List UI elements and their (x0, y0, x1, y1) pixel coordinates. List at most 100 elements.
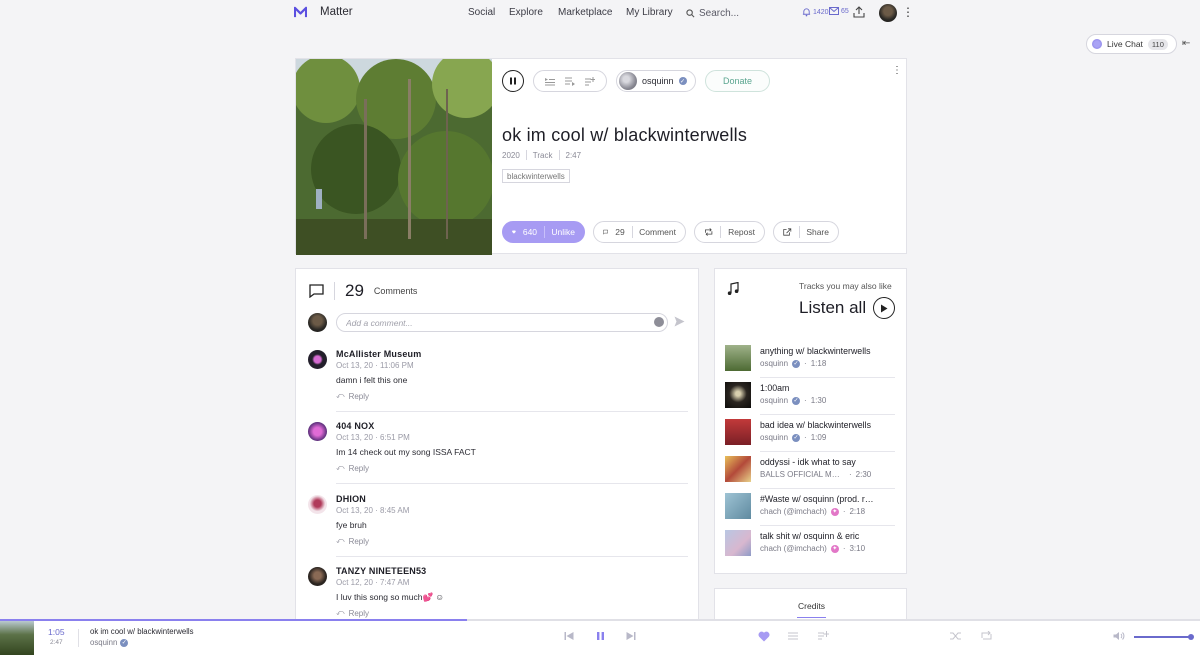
reply-icon: ⤺ (336, 391, 345, 400)
rec-track-title: anything w/ blackwinterwells (760, 346, 871, 356)
commenter-avatar[interactable] (308, 350, 327, 369)
rec-divider (760, 525, 895, 526)
pause-icon[interactable] (596, 631, 605, 641)
comment-divider (336, 556, 688, 557)
share-label: Share (806, 227, 829, 237)
more-menu-icon[interactable]: ⋮ (902, 5, 914, 19)
next-track-icon[interactable] (626, 631, 636, 641)
reply-button[interactable]: ⤺ Reply (336, 463, 369, 473)
emoji-icon[interactable] (654, 317, 664, 327)
repost-button[interactable]: Repost (694, 221, 765, 243)
top-nav: Matter Social Explore Marketplace My Lib… (0, 0, 1200, 27)
recommended-track[interactable]: oddyssi - idk what to say BALLS OFFICIAL… (725, 456, 895, 493)
upload-icon[interactable] (853, 6, 865, 18)
commenter-name[interactable]: 404 NOX (336, 421, 374, 431)
volume-icon[interactable] (1113, 631, 1125, 641)
queue-icon[interactable] (788, 631, 798, 641)
add-to-queue-icon[interactable] (565, 77, 575, 86)
like-count: 640 (522, 227, 538, 237)
tag-chip[interactable]: blackwinterwells (502, 169, 570, 183)
credits-underline (797, 617, 826, 618)
track-menu-icon[interactable]: ⋮ (892, 65, 902, 76)
brand-name[interactable]: Matter (320, 6, 353, 18)
now-playing-artist[interactable]: osquinn ✓ (90, 638, 129, 647)
add-to-playlist-icon[interactable] (585, 76, 595, 86)
rec-track-meta: osquinn ✓ · 1:09 (760, 433, 827, 442)
comment-label: Comment (639, 227, 676, 237)
comment-button[interactable]: 29 Comment (593, 221, 686, 243)
share-button[interactable]: Share (773, 221, 839, 243)
header-divider (334, 282, 335, 300)
recommended-track[interactable]: talk shit w/ osquinn & eric chach (@imch… (725, 530, 895, 567)
commenter-avatar[interactable] (308, 567, 327, 586)
track-cover-image (296, 59, 492, 255)
commenter-name[interactable]: TANZY NINETEEN53 (336, 566, 426, 576)
send-icon[interactable] (674, 316, 685, 327)
comment-timestamp: Oct 13, 20 · 6:51 PM (336, 433, 410, 442)
matter-logo-icon[interactable] (294, 6, 307, 19)
player-divider (78, 629, 79, 647)
previous-track-icon[interactable] (564, 631, 574, 641)
meta-divider (558, 150, 560, 160)
rec-track-title: 1:00am (760, 383, 790, 393)
recommended-track[interactable]: 1:00am osquinn ✓ · 1:30 (725, 382, 895, 419)
add-to-playlist-icon[interactable] (818, 631, 829, 641)
user-avatar[interactable] (879, 4, 897, 22)
rec-divider (760, 451, 895, 452)
now-playing-thumbnail[interactable] (0, 621, 34, 655)
listen-all-button[interactable]: Listen all (799, 297, 896, 319)
nav-link-explore[interactable]: Explore (509, 7, 543, 18)
mail-icon (829, 7, 839, 15)
nav-link-my-library[interactable]: My Library (626, 7, 673, 18)
nav-link-social[interactable]: Social (468, 7, 495, 18)
credits-tab[interactable]: Credits (715, 601, 908, 611)
messages-button[interactable]: 65 (829, 7, 849, 15)
play-next-icon[interactable] (545, 77, 555, 86)
comment-icon (309, 284, 324, 298)
rec-track-title: oddyssi - idk what to say (760, 457, 856, 467)
comment-text: I luv this song so much💕 ☺ (336, 592, 445, 602)
track-thumbnail (725, 345, 751, 371)
comments-header: 29 Comments (309, 281, 417, 301)
verified-badge-icon: ✓ (792, 433, 801, 442)
comment-count: 29 (615, 227, 625, 237)
commenter-avatar[interactable] (308, 495, 327, 514)
search-box[interactable]: Search... (686, 5, 739, 21)
add-comment-input[interactable] (336, 313, 668, 332)
rec-track-title: #Waste w/ osquinn (prod. rossi) (760, 494, 878, 504)
button-divider (798, 226, 800, 238)
collapse-panel-icon[interactable]: ⇤ (1182, 38, 1190, 49)
rec-track-meta: chach (@imchach) ✦ · 2:18 (760, 507, 866, 516)
verified-badge-icon: ✓ (792, 396, 801, 405)
now-playing-title[interactable]: ok im cool w/ blackwinterwells (90, 627, 194, 636)
recommended-track[interactable]: bad idea w/ blackwinterwells osquinn ✓ · … (725, 419, 895, 456)
live-chat-button[interactable]: Live Chat 110 (1086, 34, 1177, 54)
reply-icon: ⤺ (336, 608, 345, 617)
notifications-button[interactable]: 1420 (802, 7, 829, 17)
total-duration: 2:47 (50, 639, 63, 646)
reply-button[interactable]: ⤺ Reply (336, 391, 369, 401)
artist-pill[interactable]: osquinn ✓ (616, 70, 696, 92)
reply-button[interactable]: ⤺ Reply (336, 608, 369, 618)
shuffle-icon[interactable] (950, 631, 961, 641)
commenter-name[interactable]: McAllister Museum (336, 349, 421, 359)
comment-text: fye bruh (336, 520, 367, 530)
volume-slider[interactable] (1134, 634, 1194, 640)
unlike-button[interactable]: 640 Unlike (502, 221, 585, 243)
track-duration: 2:47 (565, 150, 582, 160)
volume-knob[interactable] (1188, 634, 1194, 640)
recommended-track[interactable]: #Waste w/ osquinn (prod. rossi) chach (@… (725, 493, 895, 530)
verified-badge-icon: ✓ (120, 638, 129, 647)
comment-text: damn i felt this one (336, 375, 408, 385)
commenter-avatar[interactable] (308, 422, 327, 441)
repeat-icon[interactable] (981, 631, 992, 641)
donate-button[interactable]: Donate (705, 70, 770, 92)
commenter-name[interactable]: DHION (336, 494, 366, 504)
live-chat-icon (1092, 39, 1102, 49)
reply-button[interactable]: ⤺ Reply (336, 536, 369, 546)
pause-button[interactable] (502, 70, 524, 92)
heart-icon[interactable] (758, 631, 770, 642)
artist-name: osquinn (642, 76, 674, 86)
nav-link-marketplace[interactable]: Marketplace (558, 7, 612, 18)
recommended-track[interactable]: anything w/ blackwinterwells osquinn ✓ · … (725, 345, 895, 382)
